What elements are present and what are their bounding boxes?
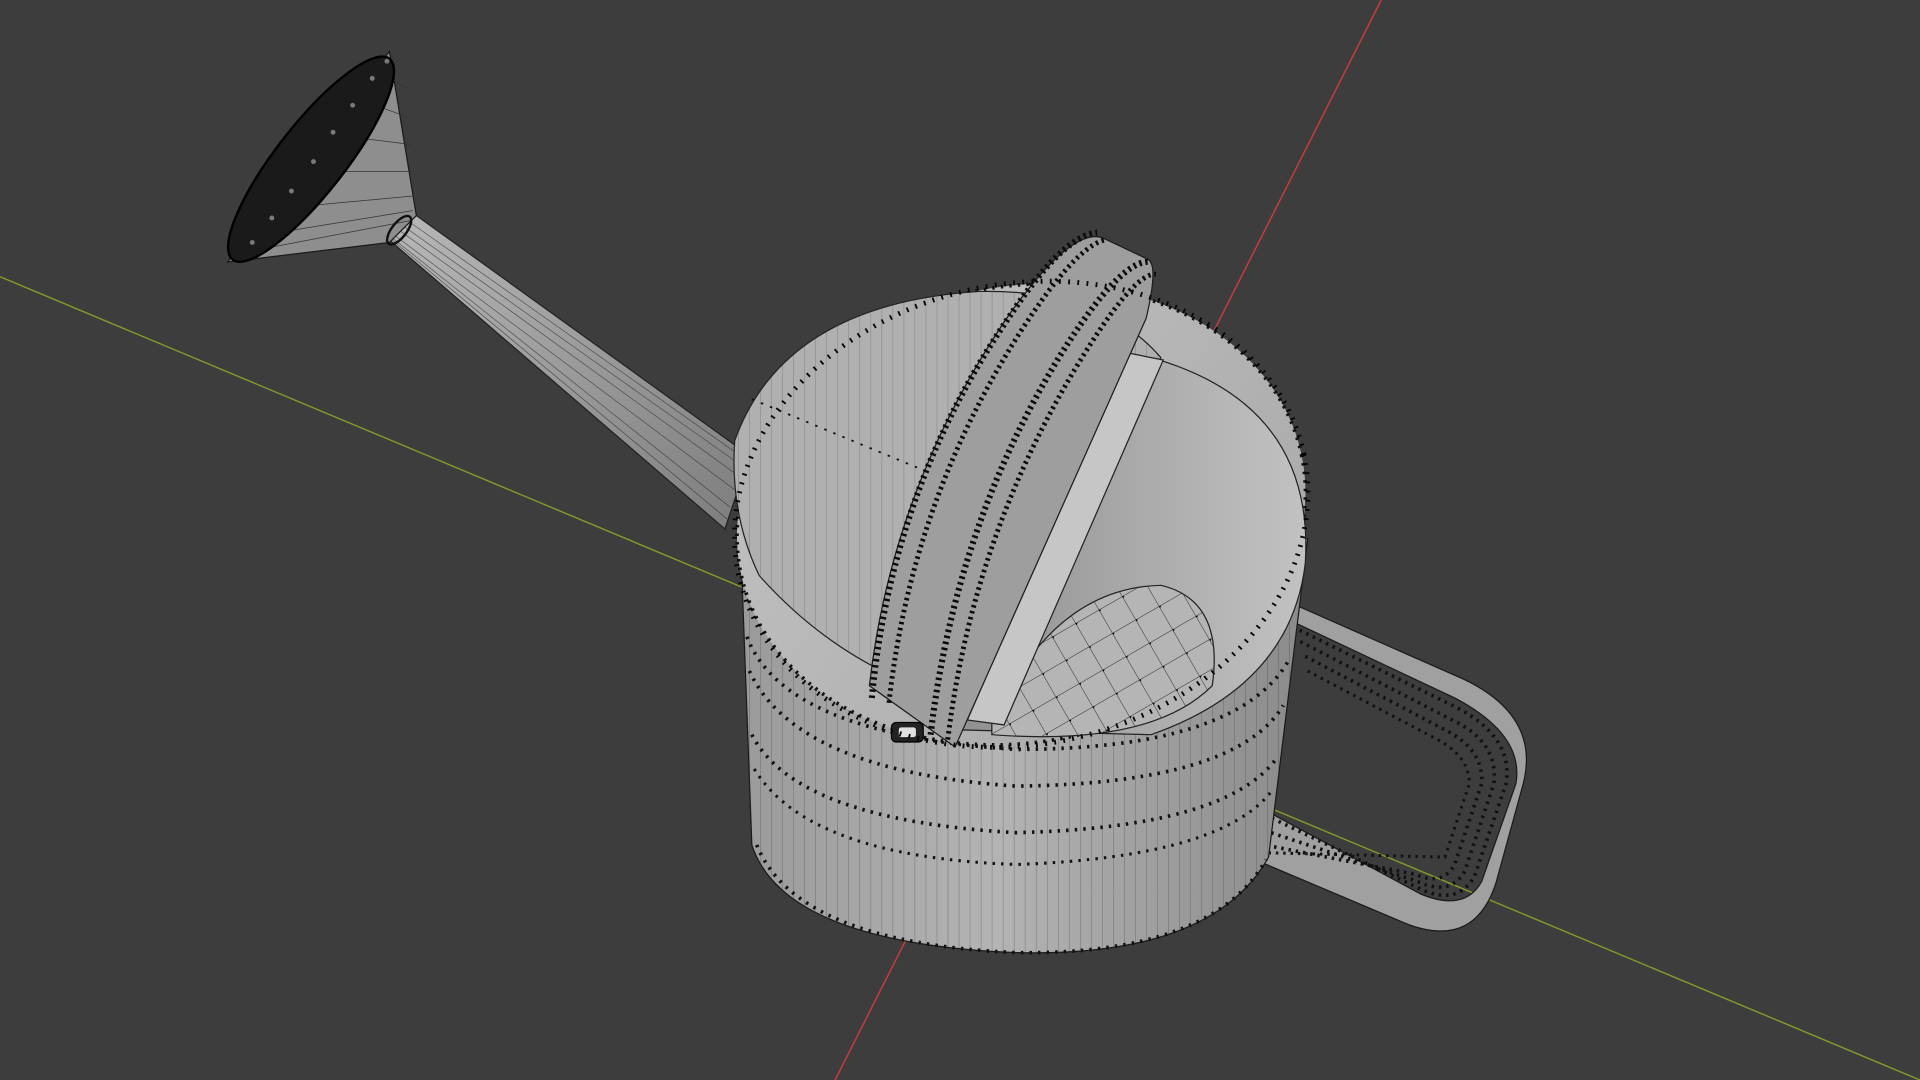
- 3d-viewport[interactable]: [0, 0, 1920, 1080]
- spout[interactable]: [206, 38, 751, 531]
- viewport-scene: [0, 0, 1920, 1080]
